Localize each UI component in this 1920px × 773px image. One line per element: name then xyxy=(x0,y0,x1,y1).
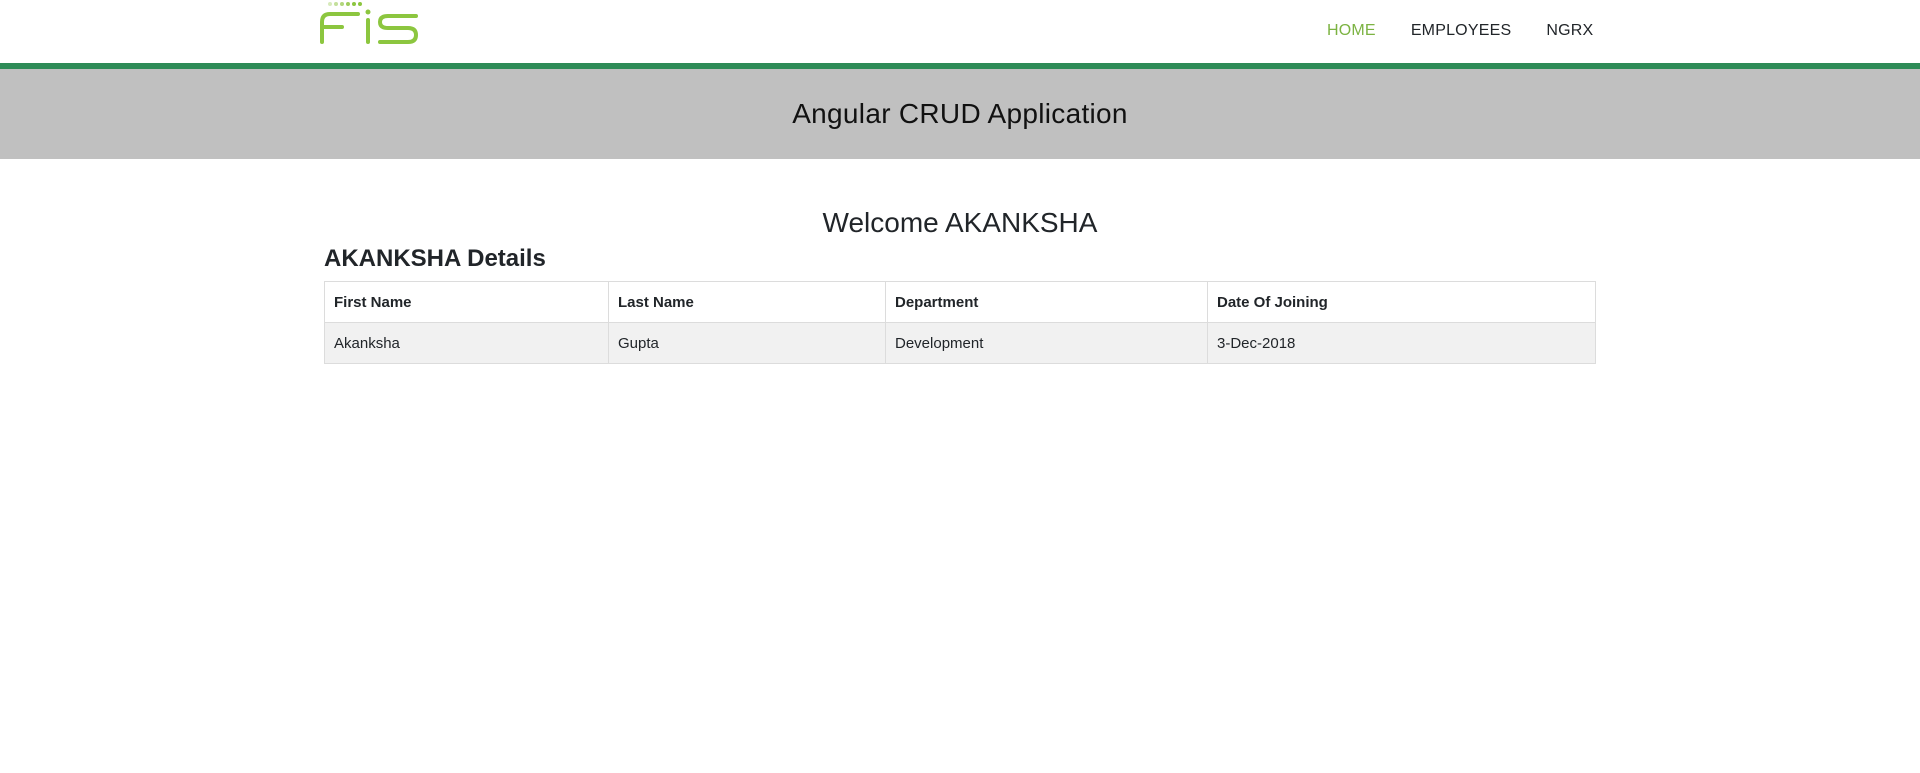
cell-date-of-joining: 3-Dec-2018 xyxy=(1207,322,1596,364)
top-navbar: HOME EMPLOYEES NGRX xyxy=(0,0,1920,69)
nav-ngrx-link[interactable]: NGRX xyxy=(1546,22,1593,40)
employee-details-table: First Name Last Name Department Date Of … xyxy=(324,281,1596,364)
fis-logo[interactable] xyxy=(318,0,420,44)
app-banner: Angular CRUD Application xyxy=(0,69,1920,159)
table-header-row: First Name Last Name Department Date Of … xyxy=(324,281,1596,323)
cell-first-name: Akanksha xyxy=(324,322,609,364)
welcome-heading: Welcome AKANKSHA xyxy=(822,207,1098,238)
cell-department: Development xyxy=(885,322,1208,364)
nav-home-link[interactable]: HOME xyxy=(1327,22,1376,40)
nav-employees-link[interactable]: EMPLOYEES xyxy=(1411,22,1512,40)
column-header-last-name: Last Name xyxy=(608,281,886,323)
main-nav: HOME EMPLOYEES NGRX xyxy=(1327,22,1628,40)
details-heading: AKANKSHA Details xyxy=(324,245,546,272)
column-header-department: Department xyxy=(885,281,1208,323)
table-row: Akanksha Gupta Development 3-Dec-2018 xyxy=(324,322,1596,364)
main-content: Welcome AKANKSHA AKANKSHA Details First … xyxy=(324,159,1596,364)
app-title: Angular CRUD Application xyxy=(792,98,1128,129)
column-header-first-name: First Name xyxy=(324,281,609,323)
column-header-date-of-joining: Date Of Joining xyxy=(1207,281,1596,323)
cell-last-name: Gupta xyxy=(608,322,886,364)
